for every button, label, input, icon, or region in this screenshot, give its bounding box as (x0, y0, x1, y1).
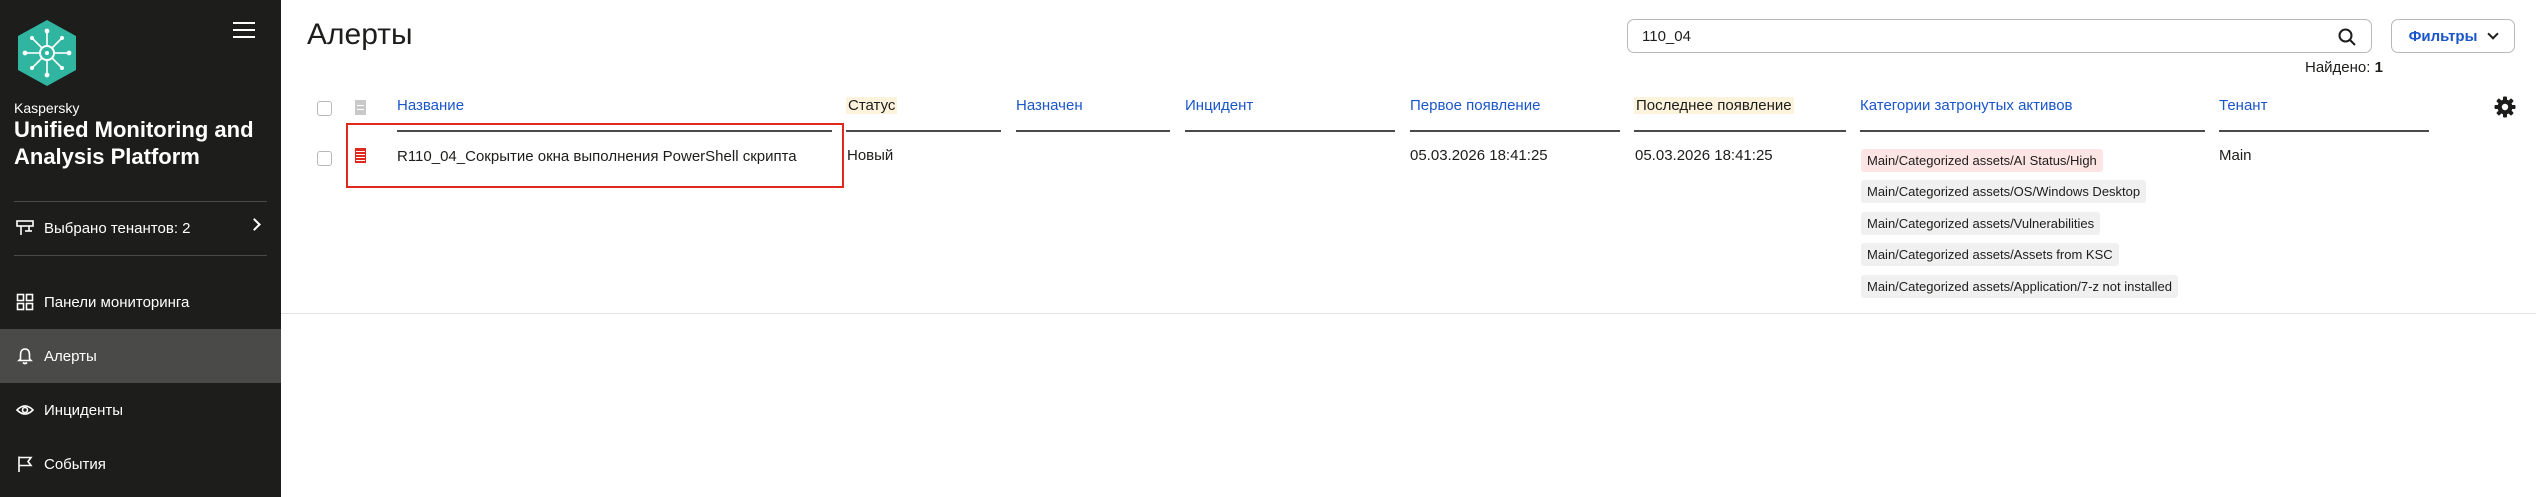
tenant-icon (16, 220, 34, 235)
alert-last-seen: 05.03.2026 18:41:25 (1635, 147, 1773, 164)
main-content: Алерты Фильтры Найдено: 1 Название Стату… (281, 0, 2536, 497)
column-header-first-seen[interactable]: Первое появление (1410, 97, 1540, 114)
found-label: Найдено: (2305, 59, 2371, 76)
chevron-down-icon (2487, 28, 2500, 40)
page-title: Алерты (307, 18, 413, 51)
severity-column-icon (355, 100, 366, 115)
asset-category-tag: Main/Categorized assets/AI Status/High (1861, 149, 2103, 172)
kaspersky-logo-icon (18, 20, 76, 86)
column-underline (1016, 130, 1170, 132)
filters-button[interactable]: Фильтры (2391, 19, 2515, 53)
asset-category-tag: Main/Categorized assets/Vulnerabilities (1861, 212, 2101, 235)
sidebar: Kaspersky Unified Monitoring and Analysi… (0, 0, 281, 497)
column-header-name[interactable]: Название (397, 97, 464, 114)
bell-icon (17, 348, 33, 365)
sidebar-item-label: Панели мониторинга (44, 293, 190, 311)
asset-category-tag: Main/Categorized assets/OS/Windows Deskt… (1861, 180, 2147, 203)
sidebar-divider (14, 255, 267, 256)
row-checkbox[interactable] (317, 151, 332, 166)
row-divider (281, 313, 2536, 314)
menu-toggle-icon[interactable] (233, 22, 255, 40)
column-underline (1410, 130, 1620, 132)
tenant-selector-label: Выбрано тенантов: 2 (44, 219, 191, 237)
column-header-tenant[interactable]: Тенант (2219, 97, 2267, 114)
asset-category-tag: Main/Categorized assets/Application/7-z … (1861, 275, 2178, 298)
dashboard-icon (16, 293, 34, 311)
gear-icon[interactable] (2494, 96, 2516, 118)
search-input[interactable] (1642, 27, 2302, 45)
search-icon[interactable] (2337, 27, 2357, 47)
sidebar-item-alerts[interactable]: Алерты (0, 329, 281, 383)
column-underline (1185, 130, 1395, 132)
column-underline (846, 130, 1001, 132)
eye-icon (16, 405, 34, 415)
highlight-outline (346, 123, 844, 188)
sidebar-divider (14, 201, 267, 202)
sidebar-item-label: Инциденты (44, 401, 124, 419)
search-field[interactable] (1627, 19, 2372, 53)
brand-vendor: Kaspersky (14, 100, 80, 116)
sidebar-item-label: Алерты (44, 347, 97, 365)
tenant-selector[interactable]: Выбрано тенантов: 2 (0, 210, 281, 246)
alert-status: Новый (847, 147, 894, 164)
alert-first-seen: 05.03.2026 18:41:25 (1410, 147, 1548, 164)
column-underline (2219, 130, 2429, 132)
column-header-asset-categories[interactable]: Категории затронутых активов (1860, 97, 2073, 114)
filters-button-label: Фильтры (2408, 27, 2478, 45)
column-header-last-seen[interactable]: Последнее появление (1634, 97, 1794, 114)
column-underline (1634, 130, 1846, 132)
asset-category-tag: Main/Categorized assets/Assets from KSC (1861, 243, 2119, 266)
brand-product-title: Unified Monitoring and Analysis Platform (14, 117, 254, 169)
flag-icon (18, 456, 33, 472)
column-header-incident[interactable]: Инцидент (1185, 97, 1253, 114)
column-underline (1860, 130, 2205, 132)
alert-tenant: Main (2219, 147, 2252, 164)
chevron-right-icon (248, 218, 261, 231)
column-header-status[interactable]: Статус (846, 97, 898, 114)
sidebar-item-events[interactable]: События (0, 437, 281, 491)
column-header-assigned[interactable]: Назначен (1016, 97, 1083, 114)
select-all-checkbox[interactable] (317, 101, 332, 116)
sidebar-item-label: События (44, 455, 106, 473)
found-count: Найдено: 1 (2305, 59, 2383, 76)
sidebar-item-dashboards[interactable]: Панели мониторинга (0, 275, 281, 329)
found-value: 1 (2374, 59, 2383, 76)
sidebar-item-incidents[interactable]: Инциденты (0, 383, 281, 437)
